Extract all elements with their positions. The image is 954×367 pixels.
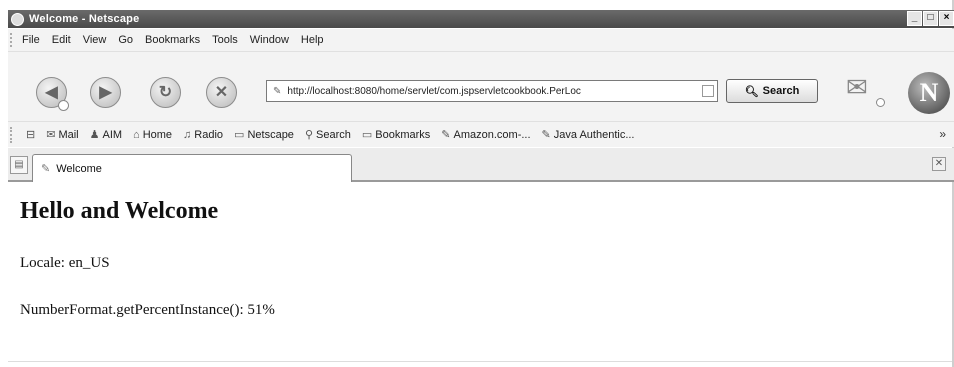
tab-bar: ▤ ✎ Welcome ✕ (8, 148, 954, 182)
tab-welcome[interactable]: ✎ Welcome (32, 154, 352, 182)
page-content: Hello and Welcome Locale: en_US NumberFo… (8, 182, 952, 362)
search-button[interactable]: 🔍︎ Search (726, 79, 818, 103)
bookmark-label: Java Authentic... (553, 128, 635, 141)
netscape-app-icon (11, 12, 24, 26)
bookmark-search[interactable]: ⚲ Search (304, 128, 351, 142)
folder-icon: ▭ (361, 129, 373, 141)
bookmark-label: Mail (58, 128, 79, 141)
bookmark-label: AIM (102, 128, 123, 141)
search-label: Search (762, 85, 800, 97)
bookmark-amazon[interactable]: ✎ Amazon.com-... (441, 128, 531, 142)
bookmark-aim[interactable]: ♟ AIM (89, 128, 123, 142)
back-history-dropdown[interactable] (58, 100, 69, 111)
navigation-toolbar: ◀ ▶ ↻ ✕ ✎ http://localhost:8080/home/ser… (8, 51, 954, 121)
page-icon: ✎ (273, 85, 282, 97)
netscape-logo[interactable]: N (908, 72, 950, 114)
page-icon: ✎ (41, 163, 51, 175)
aim-icon: ♟ (89, 129, 100, 141)
stop-button[interactable]: ✕ (206, 77, 237, 108)
bookmark-label: Radio (194, 128, 224, 141)
browser-window: Welcome - Netscape _ □ × File Edit View … (0, 0, 954, 367)
bookmark-label: Netscape (247, 128, 294, 141)
menu-bookmarks[interactable]: Bookmarks (145, 34, 200, 46)
toolbar-overflow-chevron[interactable]: » (939, 127, 946, 141)
menu-file[interactable]: File (22, 34, 40, 46)
home-icon: ⌂ (133, 128, 140, 141)
bookmark-home[interactable]: ⌂ Home (133, 129, 172, 141)
tab-layout-button[interactable]: ⊟ (26, 128, 35, 141)
title-bar: Welcome - Netscape _ □ × (8, 10, 954, 28)
menu-view[interactable]: View (83, 34, 107, 46)
url-dropdown[interactable] (702, 85, 714, 97)
bookmark-netscape[interactable]: ▭ Netscape (234, 128, 294, 142)
window-title: Welcome - Netscape (29, 13, 140, 25)
menu-edit[interactable]: Edit (52, 34, 71, 46)
link-icon: ✎ (441, 129, 451, 141)
menu-tools[interactable]: Tools (212, 34, 238, 46)
bookmark-radio[interactable]: ♫ Radio (183, 129, 223, 141)
personal-toolbar: ⊟ ✉ Mail ♟ AIM ⌂ Home ♫ Radio ▭ Netscape ⚲ Sea… (8, 121, 954, 147)
bookmark-mail[interactable]: ✉ Mail (46, 128, 79, 142)
link-icon: ✎ (541, 129, 551, 141)
menu-go[interactable]: Go (118, 34, 133, 46)
menu-help[interactable]: Help (301, 34, 324, 46)
window-controls: _ □ × (907, 11, 954, 26)
radio-icon: ♫ (183, 128, 192, 141)
bookmark-label: Amazon.com-... (453, 128, 531, 141)
url-text[interactable]: http://localhost:8080/home/servlet/com.j… (287, 86, 702, 97)
minimize-button[interactable]: _ (907, 11, 922, 26)
compose-dropdown[interactable] (876, 98, 885, 107)
forward-button[interactable]: ▶ (90, 77, 121, 108)
magnifier-icon: 🔍︎ (744, 85, 759, 98)
bookmark-label: Search (316, 128, 351, 141)
page-heading: Hello and Welcome (20, 198, 219, 224)
bookmark-java[interactable]: ✎ Java Authentic... (541, 128, 635, 142)
close-tab-button[interactable]: ✕ (932, 157, 946, 171)
bookmark-label: Bookmarks (375, 128, 431, 141)
toolbar-grip[interactable] (10, 126, 18, 143)
compose-icon[interactable]: ✉ (846, 72, 878, 102)
tabs-icon: ⊟ (26, 129, 36, 141)
percent-format-text: NumberFormat.getPercentInstance(): 51% (20, 302, 275, 318)
menu-window[interactable]: Window (250, 34, 289, 46)
tab-label: Welcome (56, 162, 102, 175)
url-bar[interactable]: ✎ http://localhost:8080/home/servlet/com… (266, 80, 718, 102)
reload-button[interactable]: ↻ (150, 77, 181, 108)
close-button[interactable]: × (939, 11, 954, 26)
maximize-button[interactable]: □ (923, 11, 938, 26)
mail-icon: ✉ (46, 129, 56, 141)
bookmark-bookmarks[interactable]: ▭ Bookmarks (361, 128, 431, 142)
search-icon: ⚲ (304, 129, 313, 141)
menu-bar: File Edit View Go Bookmarks Tools Window… (8, 29, 954, 51)
bookmark-label: Home (142, 128, 173, 141)
locale-text: Locale: en_US (20, 255, 110, 271)
new-tab-button[interactable]: ▤ (10, 156, 28, 174)
my-netscape-icon: ▭ (234, 129, 245, 141)
toolbar-grip[interactable] (10, 33, 16, 47)
